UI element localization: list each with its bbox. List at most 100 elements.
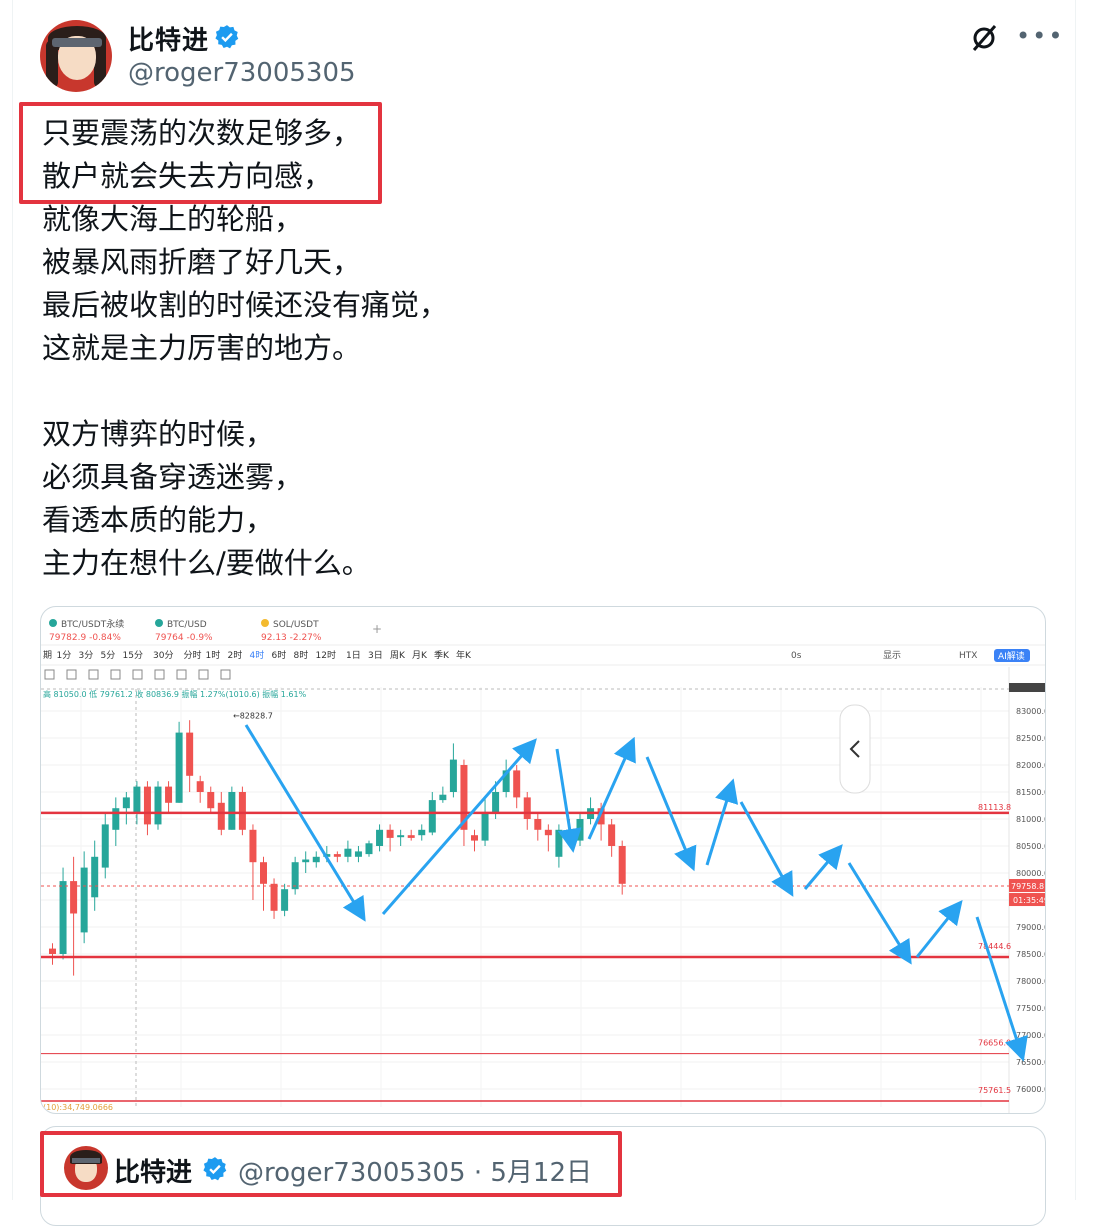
quote-avatar: [64, 1146, 108, 1190]
candle: [302, 859, 310, 863]
period-5分: 5分: [101, 650, 116, 661]
toolbar-0s: 0s: [791, 651, 802, 661]
author-handle[interactable]: @roger73005305: [128, 58, 356, 88]
candle: [608, 824, 616, 846]
y-tick-label: 82000.0: [1016, 761, 1046, 770]
high-label: ←82828.7: [233, 711, 273, 720]
y-tick-label: 76000.0: [1016, 1085, 1046, 1094]
y-tick-label: 80500.0: [1016, 842, 1046, 851]
candle: [260, 862, 267, 884]
tab-name: SOL/USDT: [273, 620, 319, 630]
tab-coin-icon: [155, 619, 163, 627]
candle: [418, 829, 426, 836]
tab-name: BTC/USD: [167, 620, 207, 630]
y-tick-label: 76500.0: [1016, 1058, 1046, 1067]
candle: [80, 867, 88, 933]
candle: [281, 889, 289, 911]
candle: [101, 824, 109, 868]
chart-canvas: BTC/USDT永续 79782.9 -0.84% BTC/USD 79764 -0.…: [41, 618, 1046, 1113]
author-avatar[interactable]: [40, 20, 112, 92]
candle: [576, 819, 584, 841]
candle: [365, 843, 373, 855]
y-tick-label: 77500.0: [1016, 1004, 1046, 1013]
candle: [270, 883, 278, 911]
candle: [154, 786, 162, 825]
level-label: 81113.8: [978, 803, 1011, 812]
candle: [122, 797, 130, 809]
candle: [513, 770, 521, 798]
y-tick-label: 81500.0: [1016, 788, 1046, 797]
y-tick-label: 79000.0: [1016, 923, 1046, 932]
chart-stats: 高 81050.0 低 79761.2 收 80836.9 振幅 1.27%(1…: [43, 689, 307, 699]
y-tick-label: 82500.0: [1016, 734, 1046, 743]
candle: [165, 786, 173, 803]
annotation-arrow: [705, 778, 739, 866]
candle: [471, 835, 478, 841]
candle: [333, 854, 341, 857]
y-tick-label: 81000.0: [1016, 815, 1046, 824]
candle: [439, 794, 447, 801]
level-label: 78444.6: [978, 942, 1011, 951]
add-tab-icon: +: [372, 622, 382, 636]
top-price-tag: [1009, 683, 1045, 692]
candle: [376, 829, 384, 846]
tool-icon: [88, 669, 99, 680]
y-tick-label: 78500.0: [1016, 950, 1046, 959]
candle: [386, 829, 394, 838]
candle: [523, 797, 531, 819]
period-12时: 12时: [316, 649, 336, 661]
candle: [143, 786, 151, 825]
candle: [397, 835, 405, 838]
countdown-label: 01:35:49: [1013, 896, 1046, 905]
quote-handle: @roger73005305: [238, 1158, 466, 1188]
candle: [91, 856, 99, 898]
candle: [618, 846, 626, 884]
candle: [407, 835, 415, 838]
candle: [207, 792, 215, 809]
candle: [249, 829, 257, 863]
period-3日: 3日: [368, 650, 383, 661]
period-2时: 2时: [228, 649, 243, 661]
y-tick-label: 80000.0: [1016, 869, 1046, 878]
quote-verified-badge-icon: [203, 1157, 227, 1181]
candle: [238, 792, 246, 830]
toolbar-display: 显示: [883, 650, 901, 661]
period-月K: 月K: [412, 650, 428, 661]
tweet-text: 只要震荡的次数足够多， 散户就会失去方向感， 就像大海上的轮船， 被暴风雨折磨了…: [42, 116, 449, 580]
candle: [217, 802, 225, 830]
candle: [196, 781, 204, 792]
candle: [312, 856, 320, 863]
tool-icon: [220, 669, 231, 680]
author-name[interactable]: 比特进: [128, 20, 209, 57]
chart-footer: (10):34,749.0666: [43, 1103, 113, 1112]
quote-author-name: 比特进: [114, 1158, 193, 1188]
candle: [555, 829, 563, 857]
candle: [354, 851, 362, 857]
candle: [544, 829, 552, 836]
y-tick-label: 83000.0: [1016, 707, 1046, 716]
grok-icon[interactable]: [968, 22, 1000, 54]
tool-icon: [66, 669, 77, 680]
period-8时: 8时: [294, 649, 309, 661]
y-tick-label: 78000.0: [1016, 977, 1046, 986]
ai-button-label: AI解读: [998, 650, 1025, 662]
period-6时: 6时: [272, 649, 287, 661]
candle: [112, 808, 120, 830]
annotation-arrow: [975, 916, 1028, 1062]
annotation-arrow: [645, 756, 697, 872]
candle: [492, 792, 500, 814]
annotation-arrow: [915, 899, 963, 958]
more-horizontal-icon[interactable]: •••: [1016, 24, 1064, 48]
annotation-arrow: [803, 844, 843, 890]
verified-badge-icon: [215, 25, 239, 49]
period-分时: 分时: [184, 649, 202, 661]
period-1日: 1日: [346, 650, 361, 661]
period-期: 期: [43, 650, 52, 661]
chart-screenshot[interactable]: BTC/USDT永续 79782.9 -0.84% BTC/USD 79764 -0.…: [40, 606, 1046, 1114]
candle: [481, 813, 489, 841]
tab-price: 92.13 -2.27%: [261, 633, 322, 643]
period-3分: 3分: [79, 650, 94, 661]
quote-handle-date: @roger73005305 · 5月12日: [238, 1158, 592, 1188]
y-tick-label: 77000.0: [1016, 1031, 1046, 1040]
toolbar-htx: HTX: [959, 651, 977, 661]
